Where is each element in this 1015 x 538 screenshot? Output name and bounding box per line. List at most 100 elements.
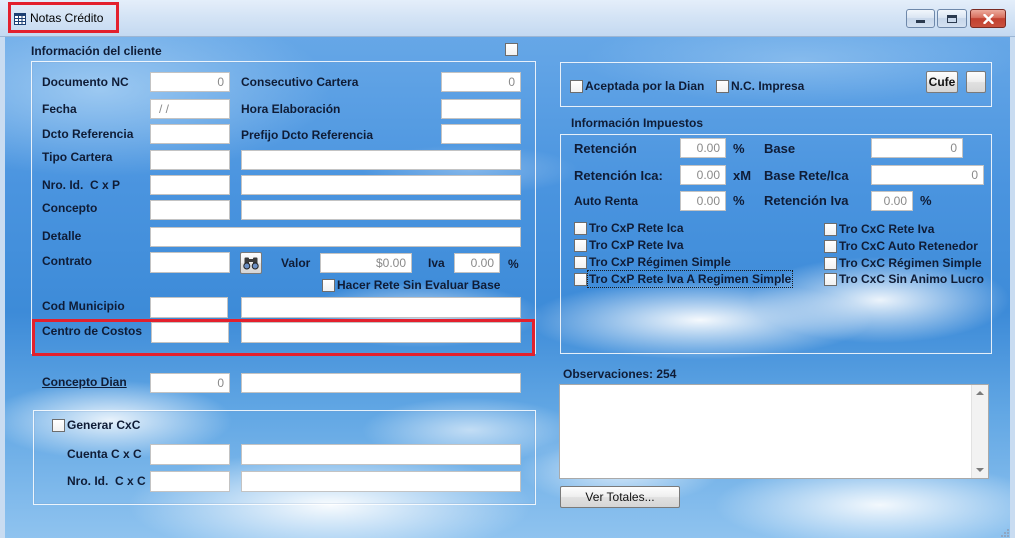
- consecutivo-cartera-input[interactable]: [441, 72, 521, 92]
- tro-cxc-auto-retenedor-checkbox[interactable]: [824, 239, 837, 253]
- retencion-ica-label: Retención Ica:: [574, 168, 663, 183]
- nro-id-cxp-description-input[interactable]: [241, 175, 521, 195]
- tro-cxp-regimen-simple-row[interactable]: Tro CxP Régimen Simple: [574, 255, 731, 269]
- aceptada-dian-checkbox-row[interactable]: Aceptada por la Dian: [570, 79, 704, 93]
- observaciones-scrollbar[interactable]: [971, 385, 988, 478]
- scroll-down-button[interactable]: [972, 462, 988, 478]
- consecutivo-cartera-label: Consecutivo Cartera: [241, 75, 359, 89]
- prefijo-dcto-referencia-input[interactable]: [441, 124, 521, 144]
- generar-cxc-label: Generar CxC: [67, 418, 141, 432]
- tro-cxc-sin-animo-lucro-row[interactable]: Tro CxC Sin Animo Lucro: [824, 272, 984, 286]
- tro-cxp-rete-ica-label: Tro CxP Rete Ica: [589, 221, 684, 235]
- nro-id-cxc-description-input[interactable]: [241, 471, 521, 492]
- retencion-label: Retención: [574, 141, 637, 156]
- tro-cxc-sin-animo-lucro-checkbox[interactable]: [824, 272, 837, 286]
- minimize-icon: [916, 20, 925, 23]
- tro-cxp-rete-ica-row[interactable]: Tro CxP Rete Ica: [574, 221, 684, 235]
- tro-cxc-regimen-simple-checkbox[interactable]: [824, 256, 837, 270]
- tro-cxc-rete-iva-row[interactable]: Tro CxC Rete Iva: [824, 222, 934, 236]
- retencion-ica-input[interactable]: [680, 165, 726, 185]
- cod-municipio-label: Cod Municipio: [42, 299, 125, 313]
- cuenta-cxc-description-input[interactable]: [241, 444, 521, 465]
- centro-costos-description-input[interactable]: [241, 322, 521, 343]
- generar-cxc-checkbox[interactable]: [52, 418, 65, 432]
- documento-nc-input[interactable]: [150, 72, 230, 92]
- centro-costos-code-input[interactable]: [151, 322, 229, 343]
- retencion-ica-unit-label: xM: [733, 168, 752, 183]
- hora-elaboracion-input[interactable]: [441, 99, 521, 119]
- concepto-code-input[interactable]: [150, 200, 230, 220]
- maximize-button[interactable]: [937, 9, 967, 28]
- hacer-rete-checkbox-row[interactable]: Hacer Rete Sin Evaluar Base: [322, 278, 500, 292]
- detalle-input[interactable]: [150, 227, 521, 247]
- centro-costos-label: Centro de Costos: [42, 324, 143, 338]
- cufe-button[interactable]: Cufe: [926, 71, 958, 93]
- iva-input[interactable]: [454, 253, 500, 273]
- cuenta-cxc-code-input[interactable]: [150, 444, 230, 465]
- nc-impresa-checkbox-row[interactable]: N.C. Impresa: [716, 79, 804, 93]
- base-rete-ica-label: Base Rete/Ica: [764, 168, 849, 183]
- tro-cxp-rete-iva-regimen-simple-checkbox[interactable]: [574, 272, 587, 286]
- auto-renta-label: Auto Renta: [574, 194, 638, 208]
- cod-municipio-code-input[interactable]: [150, 297, 228, 318]
- resize-grip-icon[interactable]: [1000, 525, 1010, 537]
- auto-renta-input[interactable]: [680, 191, 726, 211]
- tro-cxc-rete-iva-checkbox[interactable]: [824, 222, 837, 236]
- nro-id-cxp-code-input[interactable]: [150, 175, 230, 195]
- contrato-label: Contrato: [42, 254, 92, 268]
- close-icon: [982, 13, 994, 24]
- tro-cxp-regimen-simple-checkbox[interactable]: [574, 255, 587, 269]
- prefijo-dcto-referencia-label: Prefijo Dcto Referencia: [241, 128, 374, 142]
- fecha-input[interactable]: [150, 99, 230, 119]
- tro-cxc-sin-animo-lucro-label: Tro CxC Sin Animo Lucro: [839, 272, 984, 286]
- window-title: Notas Crédito: [30, 11, 104, 25]
- dcto-referencia-input[interactable]: [150, 124, 230, 144]
- valor-label: Valor: [281, 256, 311, 270]
- concepto-description-input[interactable]: [241, 200, 521, 220]
- contrato-search-button[interactable]: [240, 252, 262, 274]
- table-icon: [14, 12, 26, 25]
- ver-totales-button[interactable]: Ver Totales...: [560, 486, 680, 508]
- tro-cxp-rete-iva-checkbox[interactable]: [574, 238, 587, 252]
- base-input[interactable]: [871, 138, 963, 158]
- nc-impresa-checkbox[interactable]: [716, 79, 729, 93]
- base-rete-ica-input[interactable]: [871, 165, 984, 185]
- tipo-cartera-label: Tipo Cartera: [42, 150, 113, 164]
- tipo-cartera-description-input[interactable]: [241, 150, 521, 170]
- iva-percent-label: %: [508, 257, 519, 271]
- retencion-iva-input[interactable]: [871, 191, 913, 211]
- tipo-cartera-code-input[interactable]: [150, 150, 230, 170]
- valor-input[interactable]: [320, 253, 412, 273]
- contrato-input[interactable]: [150, 252, 230, 273]
- tro-cxc-auto-retenedor-row[interactable]: Tro CxC Auto Retenedor: [824, 239, 978, 253]
- tro-cxc-regimen-simple-row[interactable]: Tro CxC Régimen Simple: [824, 256, 982, 270]
- generar-cxc-checkbox-row[interactable]: Generar CxC: [52, 418, 140, 432]
- scroll-up-button[interactable]: [972, 385, 988, 401]
- nro-id-cxc-code-input[interactable]: [150, 471, 230, 492]
- concepto-dian-description-input[interactable]: [241, 373, 521, 393]
- cliente-section-checkbox[interactable]: [505, 43, 518, 56]
- nc-impresa-label: N.C. Impresa: [731, 79, 805, 93]
- extra-button[interactable]: [966, 71, 986, 93]
- concepto-dian-code-input[interactable]: [150, 373, 230, 393]
- hacer-rete-checkbox[interactable]: [322, 278, 335, 292]
- cod-municipio-description-input[interactable]: [241, 297, 521, 318]
- notas-credito-window: Notas Crédito Información del cliente Do…: [0, 0, 1015, 538]
- retencion-iva-unit-label: %: [920, 193, 932, 208]
- aceptada-dian-checkbox[interactable]: [570, 79, 583, 93]
- concepto-dian-link[interactable]: Concepto Dian: [42, 375, 127, 389]
- retencion-iva-label: Retención Iva: [764, 193, 849, 208]
- tro-cxp-rete-iva-row[interactable]: Tro CxP Rete Iva: [574, 238, 684, 252]
- tro-cxp-rete-iva-regimen-simple-row[interactable]: Tro CxP Rete Iva A Regimen Simple: [574, 270, 794, 288]
- binoculars-icon: [243, 256, 259, 270]
- retencion-input[interactable]: [680, 138, 726, 158]
- close-button[interactable]: [970, 9, 1006, 28]
- minimize-button[interactable]: [906, 9, 935, 28]
- observaciones-textarea[interactable]: [560, 385, 972, 478]
- title-bar: Notas Crédito: [0, 0, 1015, 37]
- aceptada-dian-label: Aceptada por la Dian: [585, 79, 705, 93]
- scroll-down-icon: [976, 468, 984, 472]
- tro-cxc-auto-retenedor-label: Tro CxC Auto Retenedor: [839, 239, 978, 253]
- tro-cxp-rete-iva-label: Tro CxP Rete Iva: [589, 238, 684, 252]
- tro-cxp-rete-ica-checkbox[interactable]: [574, 221, 587, 235]
